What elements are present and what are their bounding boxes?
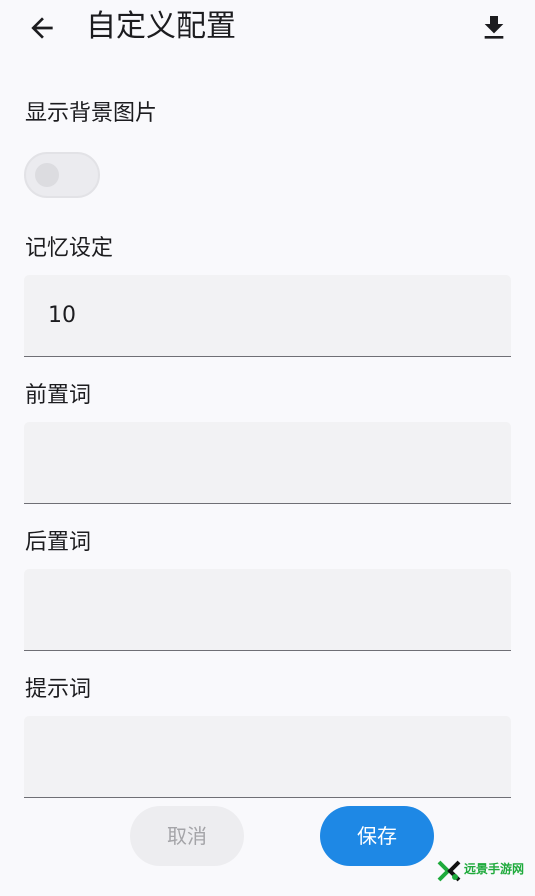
app-bar: 自定义配置: [0, 0, 535, 56]
memory-field[interactable]: [24, 275, 511, 357]
cancel-button[interactable]: 取消: [130, 806, 244, 866]
suffix-field[interactable]: [24, 569, 511, 651]
arrow-left-icon: [31, 17, 53, 39]
prefix-field[interactable]: [24, 422, 511, 504]
download-button[interactable]: [478, 11, 510, 45]
suffix-input[interactable]: [48, 569, 488, 649]
save-button[interactable]: 保存: [320, 806, 434, 866]
watermark-logo-icon: [437, 860, 461, 882]
background-image-toggle[interactable]: [24, 152, 100, 198]
back-button[interactable]: [26, 12, 58, 44]
watermark-text: 远景手游网: [464, 862, 525, 876]
prefix-input[interactable]: [48, 422, 488, 502]
prompt-label: 提示词: [25, 677, 92, 702]
watermark: 远景手游网: [436, 858, 532, 886]
suffix-label: 后置词: [25, 530, 92, 555]
page-title: 自定义配置: [86, 9, 236, 44]
prompt-field[interactable]: [24, 716, 511, 798]
prompt-input[interactable]: [48, 716, 488, 796]
toggle-thumb: [35, 163, 59, 187]
background-image-label: 显示背景图片: [25, 101, 158, 126]
memory-input[interactable]: [48, 275, 488, 355]
download-icon: [484, 16, 504, 39]
memory-label: 记忆设定: [25, 236, 114, 261]
prefix-label: 前置词: [25, 383, 92, 408]
